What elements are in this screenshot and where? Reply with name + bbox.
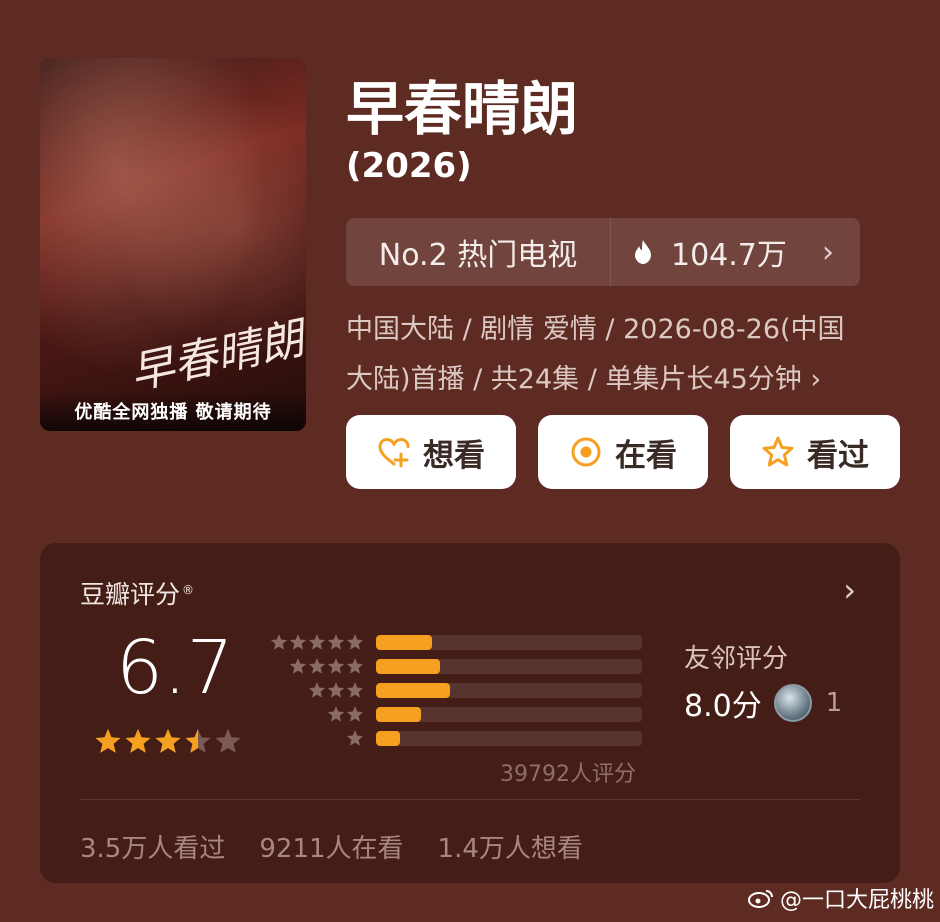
watermark-text: @一口大屁桃桃 bbox=[780, 888, 935, 913]
distribution-bar-fill bbox=[376, 658, 440, 674]
star-icon bbox=[308, 682, 326, 698]
star-icon bbox=[327, 634, 345, 650]
rating-distribution bbox=[268, 630, 642, 750]
star-icon bbox=[346, 634, 364, 650]
distribution-bar-track bbox=[376, 682, 642, 698]
distribution-bar-fill bbox=[376, 634, 432, 650]
distribution-row-1-star bbox=[268, 726, 642, 750]
poster-banner: 优酷全网独播 敬请期待 bbox=[40, 391, 306, 431]
registered-mark: ® bbox=[182, 582, 195, 597]
distribution-bar-fill bbox=[376, 706, 422, 722]
star-icon bbox=[346, 706, 364, 722]
star-label bbox=[268, 633, 364, 651]
star-icon bbox=[215, 728, 241, 753]
star-outline-icon bbox=[762, 436, 794, 467]
want-label: 想看 bbox=[423, 437, 485, 474]
target-icon bbox=[571, 437, 601, 467]
star-icon bbox=[346, 730, 364, 746]
chevron-right-icon: › bbox=[822, 234, 834, 270]
watched-count: 3.5万人看过 bbox=[80, 834, 226, 864]
audience-stats: 3.5万人看过 9211人在看 1.4万人想看 bbox=[80, 828, 583, 865]
friends-rating-score: 8.0分 bbox=[684, 689, 762, 724]
rating-total: 39792人评分 bbox=[500, 762, 636, 787]
distribution-bar-track bbox=[376, 634, 642, 650]
action-buttons: 想看 在看 看过 bbox=[346, 415, 900, 489]
star-label bbox=[268, 657, 364, 675]
friend-avatar[interactable] bbox=[773, 684, 812, 722]
star-icon bbox=[346, 682, 364, 698]
rating-stars bbox=[94, 727, 242, 755]
rating-card[interactable]: 豆瓣评分 ® › 6.7 39792人评分 友邻评分 8.0分 1 3.5万人看过… bbox=[40, 543, 900, 883]
star-icon bbox=[308, 634, 326, 650]
watched-button[interactable]: 看过 bbox=[730, 415, 900, 489]
watching-label: 在看 bbox=[615, 437, 677, 474]
star-icon bbox=[327, 682, 345, 698]
star-label bbox=[268, 681, 364, 699]
distribution-bar-fill bbox=[376, 682, 451, 698]
show-meta[interactable]: 中国大陆 / 剧情 爱情 / 2026-08-26(中国 大陆)首播 / 共24… bbox=[346, 305, 886, 405]
star-icon bbox=[289, 658, 307, 674]
star-icon bbox=[308, 658, 326, 674]
meta-line-1: 中国大陆 / 剧情 爱情 / 2026-08-26(中国 bbox=[346, 314, 845, 345]
distribution-bar-track bbox=[376, 706, 642, 722]
want-count: 1.4万人想看 bbox=[437, 834, 583, 864]
star-icon bbox=[95, 728, 121, 753]
star-icon bbox=[327, 706, 345, 722]
star-label bbox=[268, 705, 364, 723]
weibo-logo-icon bbox=[748, 890, 773, 908]
chevron-right-icon[interactable]: › bbox=[843, 571, 856, 609]
distribution-row-2-star bbox=[268, 702, 642, 726]
distribution-row-4-star bbox=[268, 654, 642, 678]
flame-icon bbox=[635, 240, 651, 264]
watching-count: 9211人在看 bbox=[259, 834, 404, 864]
friends-rating[interactable]: 友邻评分 8.0分 1 bbox=[684, 638, 842, 725]
star-icon bbox=[125, 728, 151, 753]
star-icon bbox=[270, 634, 288, 650]
distribution-bar-track bbox=[376, 730, 642, 746]
star-icon bbox=[327, 658, 345, 674]
weibo-watermark: @一口大屁桃桃 bbox=[748, 882, 934, 914]
ranking-pill[interactable]: No.2 热门电视 104.7万 › bbox=[346, 218, 860, 286]
watching-button[interactable]: 在看 bbox=[538, 415, 708, 489]
distribution-row-5-star bbox=[268, 630, 642, 654]
watched-label: 看过 bbox=[807, 437, 869, 474]
star-icon bbox=[185, 728, 211, 753]
friends-count: 1 bbox=[825, 688, 843, 718]
heart-plus-icon bbox=[378, 437, 410, 468]
show-poster[interactable]: 早春晴朗 优酷全网独播 敬请期待 bbox=[40, 58, 306, 431]
star-icon bbox=[155, 728, 181, 753]
divider bbox=[80, 799, 860, 800]
star-label bbox=[268, 729, 364, 747]
show-title: 早春晴朗 bbox=[346, 75, 579, 143]
distribution-bar-track bbox=[376, 658, 642, 674]
friends-rating-label: 友邻评分 bbox=[684, 644, 789, 674]
distribution-row-3-star bbox=[268, 678, 642, 702]
show-year: (2026) bbox=[346, 146, 472, 186]
distribution-bar-fill bbox=[376, 730, 400, 746]
rating-score: 6.7 bbox=[116, 625, 234, 711]
rating-source: 豆瓣评分 ® bbox=[80, 580, 195, 609]
heat-value: 104.7万 bbox=[671, 238, 787, 273]
ranking-label: No.2 热门电视 bbox=[346, 218, 611, 286]
star-icon bbox=[346, 658, 364, 674]
star-icon bbox=[289, 634, 307, 650]
want-button[interactable]: 想看 bbox=[346, 415, 516, 489]
meta-line-2: 大陆)首播 / 共24集 / 单集片长45分钟 › bbox=[346, 364, 822, 395]
heat-section[interactable]: 104.7万 › bbox=[611, 230, 860, 274]
